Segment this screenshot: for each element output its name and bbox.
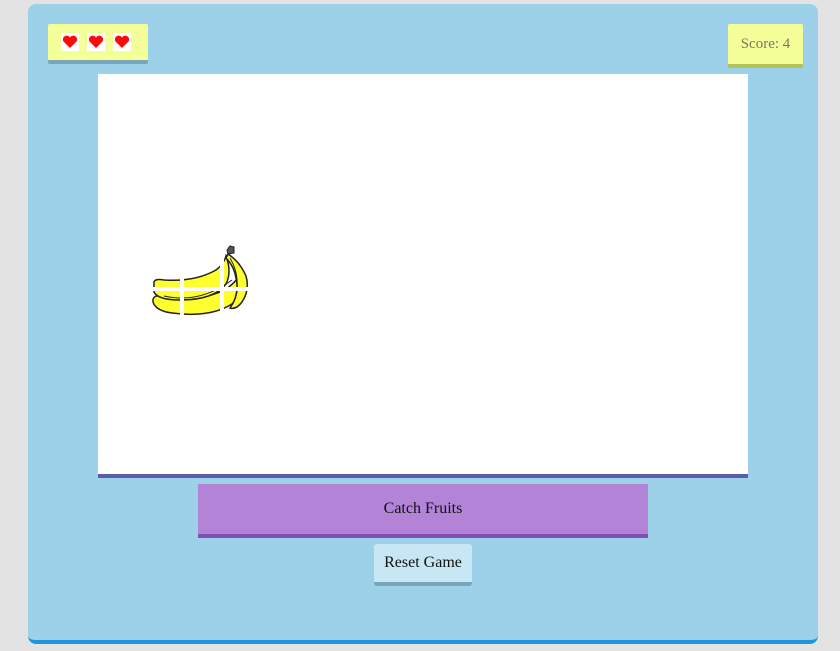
banana-icon[interactable]: [150, 244, 252, 316]
lives-panel: [48, 24, 148, 64]
score-label: Score:: [740, 35, 780, 52]
game-board[interactable]: [98, 74, 748, 478]
game-frame: Score: 4 Catch Fruits Reset Game: [28, 4, 818, 644]
heart-icon: [113, 33, 131, 51]
catch-fruits-label: Catch Fruits: [383, 500, 463, 517]
catch-fruits-bar[interactable]: Catch Fruits: [198, 484, 648, 538]
reset-game-label: Reset Game: [384, 554, 462, 571]
score-value: 4: [782, 35, 791, 52]
heart-icon: [87, 33, 105, 51]
reset-game-button[interactable]: Reset Game: [374, 544, 472, 586]
score-display: Score: 4: [728, 24, 803, 68]
heart-icon: [61, 33, 79, 51]
